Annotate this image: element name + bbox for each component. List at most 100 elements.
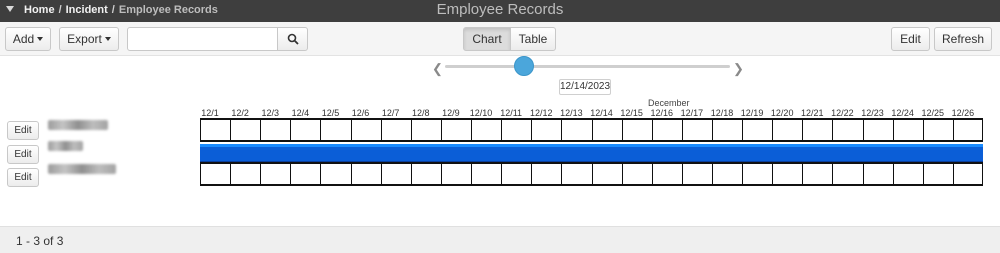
record-count: 1 - 3 of 3 [16, 234, 64, 248]
grid-cell-divider [230, 120, 232, 140]
grid-cell-divider [802, 120, 804, 140]
row-name-blurred [48, 164, 116, 174]
row-edit-button[interactable]: Edit [7, 168, 39, 187]
grid-cell-divider [531, 164, 533, 184]
grid-cell-divider [471, 120, 473, 140]
day-label: 12/16 [650, 108, 673, 118]
grid-cell-divider [380, 120, 382, 140]
grid-cell-divider [440, 120, 442, 140]
grid-cell-divider [471, 164, 473, 184]
search-input[interactable] [127, 27, 278, 51]
day-label: 12/22 [831, 108, 854, 118]
grid-cell-divider [350, 120, 352, 140]
grid-cell-divider [621, 164, 623, 184]
refresh-button[interactable]: Refresh [934, 27, 992, 51]
grid-cell-divider [952, 164, 954, 184]
grid-cell-divider [772, 164, 774, 184]
day-label: 12/25 [921, 108, 945, 118]
grid-cell-divider [922, 120, 924, 140]
day-label: 12/2 [231, 108, 249, 118]
chevron-down-icon [104, 37, 111, 41]
grid-cell-divider [561, 120, 563, 140]
day-label: 12/13 [560, 108, 583, 118]
grid-cell-divider [350, 164, 352, 184]
grid-cell-divider [410, 120, 412, 140]
day-label: 12/9 [442, 108, 460, 118]
grid-cell-divider [440, 164, 442, 184]
grid-cell-divider [681, 164, 683, 184]
timeline-slider-track[interactable] [445, 65, 730, 68]
day-label: 12/5 [321, 108, 340, 118]
day-label: 12/11 [500, 108, 523, 118]
day-label: 12/7 [381, 108, 400, 118]
search-button[interactable] [277, 27, 308, 51]
grid-cell-divider [531, 120, 533, 140]
month-label: December [648, 98, 690, 108]
grid-cell-divider [561, 164, 563, 184]
day-label: 12/18 [710, 108, 734, 118]
row-edit-button[interactable]: Edit [7, 145, 39, 164]
grid-cell-divider [290, 164, 292, 184]
grid-cell-divider [742, 164, 744, 184]
grid-cell-divider [320, 164, 322, 184]
day-label: 12/23 [861, 108, 884, 118]
grid-cell-divider [952, 120, 954, 140]
grid-cell-divider [832, 164, 834, 184]
row-name-blurred [48, 120, 108, 130]
grid-cell-divider [501, 120, 503, 140]
day-label: 12/8 [412, 108, 430, 118]
row-edit-button[interactable]: Edit [7, 121, 39, 140]
export-button-label: Export [67, 32, 102, 46]
grid-cell-divider [621, 120, 623, 140]
grid-cell-divider [862, 120, 864, 140]
day-label: 12/17 [680, 108, 704, 118]
chevron-down-icon [37, 37, 44, 41]
header-bar: Home / Incident / Employee Records Employee … [0, 0, 1000, 22]
slider-left-chevron-icon[interactable]: ❮ [432, 61, 443, 77]
grid-cell-divider [651, 164, 653, 184]
day-label: 12/15 [620, 108, 643, 118]
grid-cell-divider [892, 164, 894, 184]
day-label: 12/21 [801, 108, 824, 118]
grid-cell-divider [862, 164, 864, 184]
timeline-bar[interactable] [200, 144, 983, 164]
tab-table[interactable]: Table [510, 27, 556, 51]
page-title: Employee Records [436, 1, 564, 18]
grid-cell-divider [681, 120, 683, 140]
grid-cell-divider [290, 120, 292, 140]
timeline-slider-handle[interactable] [514, 56, 534, 76]
footer: 1 - 3 of 3 [0, 226, 1000, 253]
grid-cell-divider [260, 120, 262, 140]
grid-cell-divider [742, 120, 744, 140]
slider-right-chevron-icon[interactable]: ❯ [733, 61, 744, 77]
day-label: 12/6 [351, 108, 370, 118]
grid-cell-divider [410, 164, 412, 184]
add-button-label: Add [12, 32, 35, 46]
tab-chart[interactable]: Chart [463, 27, 511, 51]
edit-button[interactable]: Edit [891, 27, 930, 51]
grid-cell-divider [260, 164, 262, 184]
grid-cell-divider [772, 120, 774, 140]
day-label: 12/26 [951, 108, 975, 118]
selected-date-label: 12/14/2023 [559, 79, 611, 95]
grid-cell-divider [591, 120, 593, 140]
export-button[interactable]: Export [59, 27, 119, 51]
day-label: 12/4 [291, 108, 310, 118]
row-grid [200, 162, 983, 186]
grid-cell-divider [892, 120, 894, 140]
add-button[interactable]: Add [5, 27, 51, 51]
grid-cell-divider [832, 120, 834, 140]
grid-cell-divider [802, 164, 804, 184]
grid-cell-divider [501, 164, 503, 184]
grid-cell-divider [591, 164, 593, 184]
row-grid [200, 118, 983, 142]
grid-cell-divider [320, 120, 322, 140]
day-label: 12/19 [740, 108, 764, 118]
day-label: 12/24 [891, 108, 914, 118]
search-icon [287, 33, 299, 45]
grid-cell-divider [230, 164, 232, 184]
day-label: 12/10 [469, 108, 493, 118]
grid-cell-divider [711, 164, 713, 184]
toolbar: Add Export Chart Table Edit Refresh [0, 22, 1000, 56]
grid-cell-divider [380, 164, 382, 184]
